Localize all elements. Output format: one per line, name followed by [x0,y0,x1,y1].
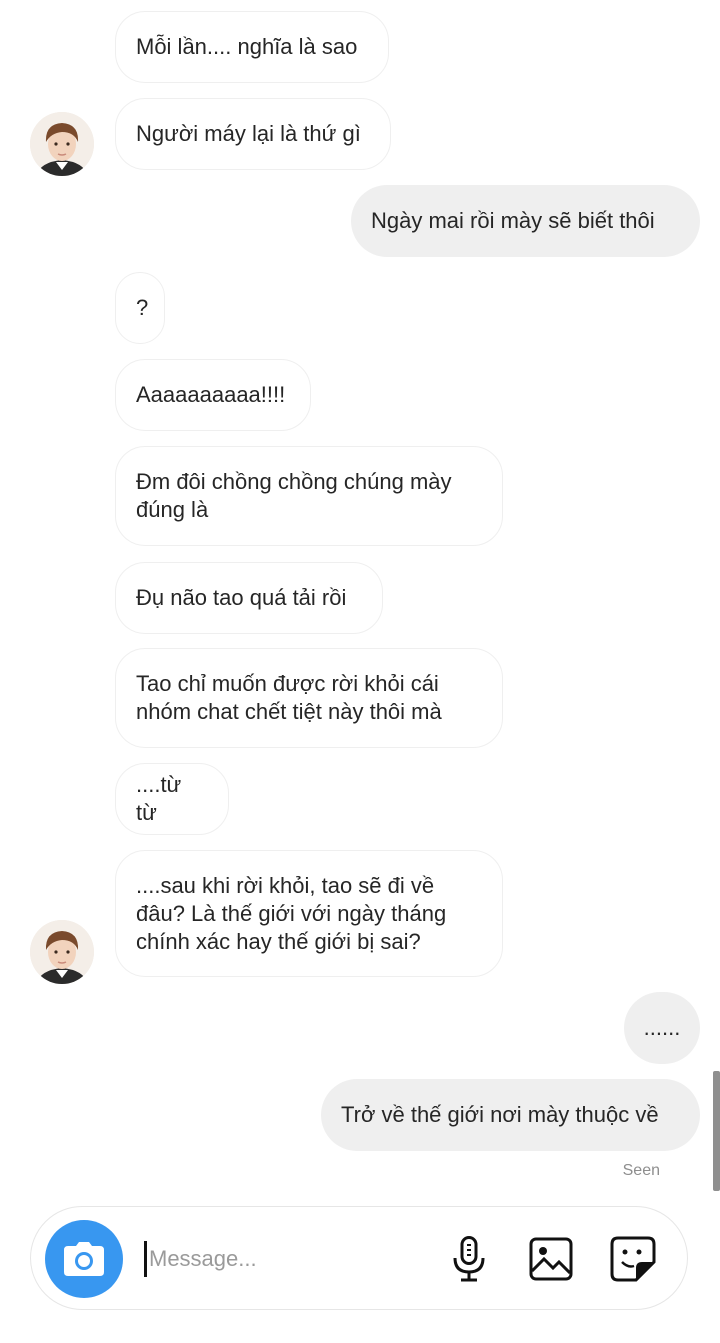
message-input[interactable] [149,1237,409,1281]
gallery-button[interactable] [527,1235,575,1283]
message-text: Tao chỉ muốn được rời khỏi cái nhóm chat… [136,671,442,724]
microphone-button[interactable] [445,1235,493,1283]
avatar[interactable] [30,920,94,984]
scrollbar[interactable] [713,1071,720,1191]
message-composer [30,1206,688,1310]
seen-status: Seen [622,1162,660,1179]
avatar-image [30,112,94,176]
message-text: Đụ não tao quá tải rồi [136,585,347,610]
incoming-message[interactable]: Tao chỉ muốn được rời khỏi cái nhóm chat… [115,648,503,748]
sticker-button[interactable] [609,1235,657,1283]
outgoing-message[interactable]: ...... [624,992,700,1064]
message-text: ...... [643,1015,681,1040]
message-thread: Mỗi lần.... nghĩa là sao Người máy lại l… [0,0,720,1200]
incoming-message[interactable]: ? [115,272,165,344]
avatar[interactable] [30,112,94,176]
incoming-message[interactable]: Aaaaaaaaaa!!!! [115,359,311,431]
incoming-message[interactable]: Đm đôi chồng chồng chúng mày đúng là [115,446,503,546]
gallery-icon [529,1237,573,1281]
incoming-message[interactable]: Đụ não tao quá tải rồi [115,562,383,634]
camera-icon [64,1242,104,1276]
incoming-message[interactable]: Mỗi lần.... nghĩa là sao [115,11,389,83]
message-text: Ngày mai rồi mày sẽ biết thôi [371,208,655,233]
microphone-icon [453,1236,485,1282]
message-text: Đm đôi chồng chồng chúng mày đúng là [136,469,452,522]
outgoing-message[interactable]: Trở về thế giới nơi mày thuộc về [321,1079,700,1151]
incoming-message[interactable]: ....sau khi rời khỏi, tao sẽ đi về đâu? … [115,850,503,977]
message-text: Người máy lại là thứ gì [136,121,361,146]
incoming-message[interactable]: Người máy lại là thứ gì [115,98,391,170]
message-text: Aaaaaaaaaa!!!! [136,382,286,407]
message-text: ? [136,295,149,320]
message-text: ....từ từ [136,772,182,825]
message-text: ....sau khi rời khỏi, tao sẽ đi về đâu? … [136,872,447,954]
text-cursor [144,1241,147,1277]
message-text: Mỗi lần.... nghĩa là sao [136,34,358,59]
incoming-message[interactable]: ....từ từ [115,763,229,835]
outgoing-message[interactable]: Ngày mai rồi mày sẽ biết thôi [351,185,700,257]
message-text: Trở về thế giới nơi mày thuộc về [341,1102,659,1127]
sticker-icon [610,1236,656,1282]
avatar-image [30,920,94,984]
camera-button[interactable] [45,1220,123,1298]
